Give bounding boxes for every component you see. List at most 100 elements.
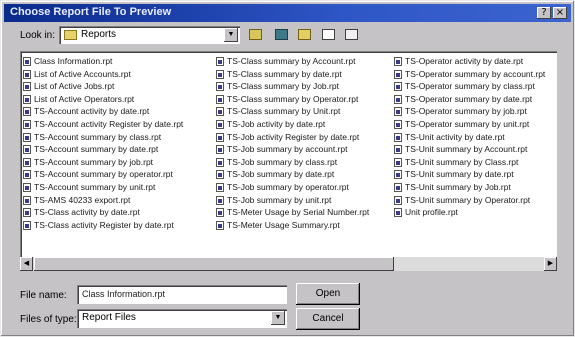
file-name: TS-Class summary by date.rpt bbox=[227, 68, 342, 79]
horizontal-scrollbar[interactable]: ◀ ▶ bbox=[20, 257, 557, 271]
file-item[interactable]: TS-Job activity by date.rpt bbox=[216, 118, 402, 131]
file-item[interactable]: TS-Account activity by date.rpt bbox=[23, 105, 209, 118]
scroll-left-button[interactable]: ◀ bbox=[20, 257, 33, 271]
file-item[interactable]: TS-Class summary by Job.rpt bbox=[216, 80, 402, 93]
desktop-icon bbox=[275, 29, 288, 40]
file-type-dropdown[interactable]: Report Files ▼ bbox=[77, 309, 287, 328]
report-file-icon bbox=[216, 170, 224, 180]
close-button[interactable]: × bbox=[553, 7, 567, 19]
file-item[interactable]: TS-AMS 40233 export.rpt bbox=[23, 194, 209, 207]
report-file-icon bbox=[23, 57, 31, 66]
file-item[interactable]: TS-Job activity Register by date.rpt bbox=[216, 131, 402, 144]
file-item[interactable]: TS-Class activity Register by date.rpt bbox=[23, 219, 209, 232]
file-item[interactable]: TS-Operator summary by unit.rpt bbox=[394, 118, 575, 131]
file-name: TS-Class summary by Unit.rpt bbox=[227, 106, 341, 117]
file-item[interactable]: TS-Account summary by job.rpt bbox=[23, 156, 209, 169]
file-type-label: Files of type: bbox=[20, 314, 77, 325]
report-file-icon bbox=[394, 119, 402, 129]
file-item[interactable]: Class Information.rpt bbox=[23, 55, 209, 68]
file-item[interactable]: TS-Unit activity by date.rpt bbox=[394, 131, 575, 144]
file-name: TS-Operator summary by class.rpt bbox=[405, 81, 535, 92]
file-item[interactable]: TS-Class summary by Account.rpt bbox=[216, 55, 402, 68]
file-type-value: Report Files bbox=[82, 312, 136, 323]
file-item[interactable]: TS-Job summary by operator.rpt bbox=[216, 181, 402, 194]
open-button[interactable]: Open bbox=[296, 283, 360, 305]
report-file-icon bbox=[394, 182, 402, 192]
file-item[interactable]: TS-Class summary by date.rpt bbox=[216, 68, 402, 81]
look-in-dropdown-arrow[interactable]: ▼ bbox=[224, 28, 238, 42]
report-file-icon bbox=[216, 195, 224, 205]
file-item[interactable]: TS-Operator summary by class.rpt bbox=[394, 80, 575, 93]
file-item[interactable]: TS-Unit summary by date.rpt bbox=[394, 168, 575, 181]
file-name: TS-Job summary by unit.rpt bbox=[227, 194, 332, 205]
report-file-icon bbox=[23, 157, 31, 167]
report-file-icon bbox=[23, 82, 31, 92]
file-type-dropdown-arrow[interactable]: ▼ bbox=[271, 311, 285, 325]
file-name: TS-Job summary by class.rpt bbox=[227, 156, 338, 167]
file-item[interactable]: TS-Class summary by Operator.rpt bbox=[216, 93, 402, 106]
file-item[interactable]: TS-Operator summary by account.rpt bbox=[394, 68, 575, 81]
file-name: TS-Operator activity by date.rpt bbox=[405, 56, 524, 66]
details-view-button[interactable] bbox=[342, 26, 362, 44]
report-file-icon bbox=[394, 170, 402, 180]
file-name-input[interactable]: Class Information.rpt bbox=[77, 285, 287, 304]
file-item[interactable]: TS-Account activity Register by date.rpt bbox=[23, 118, 209, 131]
file-name: TS-Unit activity by date.rpt bbox=[405, 131, 505, 142]
file-name: TS-Account activity by date.rpt bbox=[34, 106, 150, 117]
file-item[interactable]: TS-Job summary by unit.rpt bbox=[216, 194, 402, 207]
file-column-1: Class Information.rpt List of Active Acco… bbox=[23, 55, 209, 231]
file-name: TS-Class activity Register by date.rpt bbox=[34, 219, 174, 230]
desktop-button[interactable] bbox=[272, 26, 292, 44]
report-file-icon bbox=[216, 208, 224, 218]
file-item[interactable]: TS-Unit summary by Class.rpt bbox=[394, 156, 575, 169]
report-file-icon bbox=[23, 145, 31, 155]
file-item[interactable]: TS-Account summary by operator.rpt bbox=[23, 168, 209, 181]
file-item[interactable]: Unit profile.rpt bbox=[394, 206, 575, 219]
list-view-button[interactable] bbox=[319, 26, 339, 44]
file-item[interactable]: TS-Meter Usage Summary.rpt bbox=[216, 219, 402, 232]
cancel-button[interactable]: Cancel bbox=[296, 308, 360, 330]
file-item[interactable]: TS-Job summary by date.rpt bbox=[216, 168, 402, 181]
file-item[interactable]: TS-Operator activity by date.rpt bbox=[394, 55, 575, 68]
file-name: TS-Class summary by Operator.rpt bbox=[227, 93, 359, 104]
file-name: TS-Unit summary by Job.rpt bbox=[405, 181, 511, 192]
choose-report-dialog: Choose Report File To Preview ? × Look i… bbox=[0, 0, 575, 337]
file-item[interactable]: TS-Unit summary by Job.rpt bbox=[394, 181, 575, 194]
file-item[interactable]: TS-Account summary by unit.rpt bbox=[23, 181, 209, 194]
file-item[interactable]: TS-Unit summary by Operator.rpt bbox=[394, 194, 575, 207]
file-name: TS-AMS 40233 export.rpt bbox=[34, 194, 131, 205]
file-item[interactable]: TS-Job summary by class.rpt bbox=[216, 156, 402, 169]
help-button[interactable]: ? bbox=[537, 7, 551, 19]
details-view-icon bbox=[345, 29, 358, 40]
scroll-thumb[interactable] bbox=[34, 257, 394, 271]
file-item[interactable]: TS-Operator summary by job.rpt bbox=[394, 105, 575, 118]
file-name: TS-Job summary by date.rpt bbox=[227, 169, 335, 180]
folder-icon bbox=[64, 30, 77, 40]
file-item[interactable]: TS-Operator summary by date.rpt bbox=[394, 93, 575, 106]
look-in-label: Look in: bbox=[20, 30, 56, 41]
file-item[interactable]: List of Active Jobs.rpt bbox=[23, 80, 209, 93]
file-name: Class Information.rpt bbox=[34, 56, 113, 66]
title-bar[interactable]: Choose Report File To Preview ? × bbox=[4, 4, 571, 22]
report-file-icon bbox=[216, 119, 224, 129]
report-file-icon bbox=[23, 94, 31, 104]
scroll-right-button[interactable]: ▶ bbox=[544, 257, 557, 271]
file-item[interactable]: TS-Class summary by Unit.rpt bbox=[216, 105, 402, 118]
file-item[interactable]: TS-Unit summary by Account.rpt bbox=[394, 143, 575, 156]
file-item[interactable]: TS-Account summary by date.rpt bbox=[23, 143, 209, 156]
report-file-icon bbox=[394, 107, 402, 117]
file-item[interactable]: TS-Account summary by class.rpt bbox=[23, 131, 209, 144]
report-file-icon bbox=[216, 220, 224, 230]
file-list[interactable]: Class Information.rpt List of Active Acco… bbox=[20, 51, 557, 271]
up-folder-icon bbox=[249, 29, 262, 40]
report-file-icon bbox=[394, 157, 402, 167]
file-item[interactable]: TS-Class activity by date.rpt bbox=[23, 206, 209, 219]
file-item[interactable]: List of Active Operators.rpt bbox=[23, 93, 209, 106]
look-in-dropdown[interactable]: Reports ▼ bbox=[59, 26, 240, 44]
file-name: TS-Meter Usage by Serial Number.rpt bbox=[227, 207, 370, 218]
up-one-level-button[interactable] bbox=[246, 26, 266, 44]
file-item[interactable]: List of Active Accounts.rpt bbox=[23, 68, 209, 81]
file-item[interactable]: TS-Job summary by account.rpt bbox=[216, 143, 402, 156]
file-item[interactable]: TS-Meter Usage by Serial Number.rpt bbox=[216, 206, 402, 219]
new-folder-button[interactable] bbox=[295, 26, 315, 44]
